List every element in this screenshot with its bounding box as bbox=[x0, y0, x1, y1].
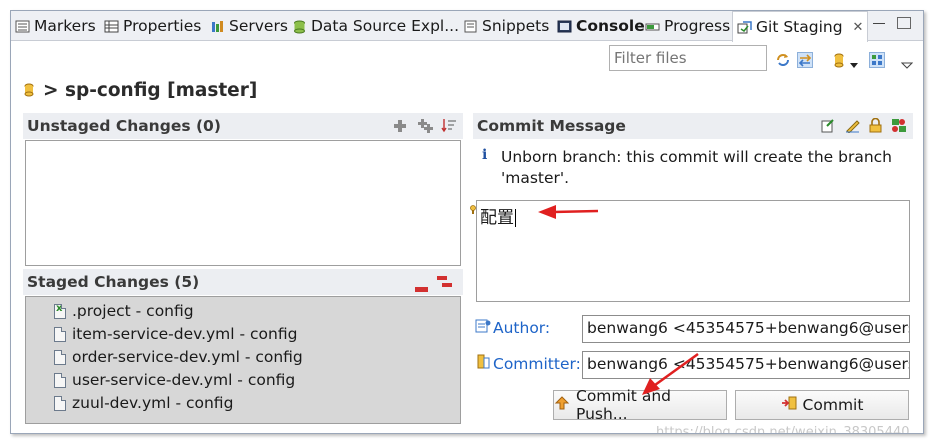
snippets-icon bbox=[463, 19, 478, 34]
info-line-1: Unborn branch: this commit will create t… bbox=[501, 148, 892, 166]
database-icon bbox=[292, 19, 307, 34]
unstage-all-icon[interactable] bbox=[437, 275, 453, 293]
tab-label: Servers bbox=[229, 17, 288, 35]
commit-and-push-label: Commit and Push... bbox=[576, 387, 671, 423]
maximize-icon[interactable] bbox=[897, 17, 911, 29]
file-label: .project - config bbox=[72, 302, 194, 320]
file-label: order-service-dev.yml - config bbox=[72, 348, 303, 366]
layout-toggle-icon[interactable] bbox=[869, 52, 885, 68]
unstaged-header-label: Unstaged Changes (0) bbox=[27, 117, 221, 135]
unstaged-changes-header: Unstaged Changes (0) bbox=[23, 113, 463, 139]
repo-title-text: > sp-config [master] bbox=[43, 79, 258, 101]
tab-label: Snippets bbox=[482, 17, 550, 35]
progress-icon bbox=[645, 19, 660, 34]
refresh-icon[interactable] bbox=[775, 52, 791, 68]
minimize-icon[interactable] bbox=[873, 23, 885, 26]
tab-label: Console bbox=[576, 17, 645, 35]
tab-snippets[interactable]: Snippets bbox=[463, 11, 549, 41]
commit-message-text: 配置 bbox=[480, 208, 514, 228]
author-label-text: Author: bbox=[493, 318, 551, 337]
tab-label: Properties bbox=[123, 17, 202, 35]
file-label: item-service-dev.yml - config bbox=[72, 325, 298, 343]
commit-label: Commit bbox=[802, 396, 864, 414]
file-icon bbox=[54, 349, 66, 365]
stage-selected-icon[interactable] bbox=[393, 119, 407, 137]
properties-icon bbox=[104, 19, 119, 34]
git-staging-icon bbox=[737, 20, 752, 35]
list-item[interactable]: .project - config bbox=[54, 300, 194, 322]
sort-icon[interactable] bbox=[441, 118, 457, 137]
tab-label: Data Source Expl... bbox=[311, 17, 459, 35]
commit-and-push-button[interactable]: Commit and Push... bbox=[553, 387, 727, 423]
chevron-down-icon[interactable] bbox=[849, 56, 865, 72]
staged-changes-header: Staged Changes (5) bbox=[23, 269, 463, 295]
tab-markers[interactable]: Markers bbox=[15, 11, 96, 41]
author-icon bbox=[475, 318, 491, 337]
file-icon bbox=[54, 326, 66, 342]
change-id-icon[interactable] bbox=[891, 118, 907, 137]
committer-label-text: Committer: bbox=[493, 354, 581, 373]
file-label: user-service-dev.yml - config bbox=[72, 371, 296, 389]
author-label: Author: bbox=[475, 318, 550, 337]
commit-header-label: Commit Message bbox=[477, 117, 626, 135]
list-item[interactable]: zuul-dev.yml - config bbox=[54, 392, 233, 414]
tab-console[interactable]: Console bbox=[557, 11, 645, 41]
info-icon: i bbox=[482, 147, 488, 163]
git-staging-view: Markers Properties Servers Data Source E… bbox=[10, 10, 924, 434]
filter-files-input[interactable] bbox=[609, 45, 767, 71]
commit-message-header: Commit Message bbox=[473, 113, 913, 139]
staged-changes-list: .project - config item-service-dev.yml -… bbox=[25, 296, 461, 424]
watermark: https://blog.csdn.net/weixin_38305440 bbox=[656, 425, 910, 434]
committer-field[interactable]: benwang6 <45354575+benwang6@users.no bbox=[582, 351, 910, 379]
xml-file-icon bbox=[54, 303, 66, 319]
unstage-selected-icon[interactable] bbox=[415, 279, 429, 297]
commit-icon bbox=[781, 395, 797, 415]
list-item[interactable]: item-service-dev.yml - config bbox=[54, 323, 297, 345]
committer-label: Committer: bbox=[475, 354, 581, 373]
tab-label: Markers bbox=[34, 17, 96, 35]
stage-all-icon[interactable] bbox=[417, 119, 433, 137]
tab-properties[interactable]: Properties bbox=[104, 11, 201, 41]
list-item[interactable]: user-service-dev.yml - config bbox=[54, 369, 295, 391]
repository-icon[interactable] bbox=[831, 52, 847, 68]
committer-value: benwang6 <45354575+benwang6@users.no bbox=[587, 355, 910, 373]
tab-data-source-explorer[interactable]: Data Source Expl... bbox=[292, 11, 459, 41]
text-cursor bbox=[515, 209, 516, 227]
tab-label: Progress bbox=[664, 17, 731, 35]
repository-icon bbox=[23, 82, 35, 98]
author-field[interactable]: benwang6 <45354575+benwang6@users.no bbox=[582, 315, 910, 343]
file-icon bbox=[54, 372, 66, 388]
tab-git-staging[interactable]: Git Staging ✕ bbox=[732, 11, 869, 42]
file-icon bbox=[54, 395, 66, 411]
unstaged-changes-list[interactable] bbox=[25, 140, 461, 266]
commit-message-input[interactable]: 配置 bbox=[476, 200, 910, 302]
console-icon bbox=[557, 19, 572, 34]
unborn-branch-info: Unborn branch: this commit will create t… bbox=[501, 147, 892, 189]
tab-servers[interactable]: Servers bbox=[210, 11, 288, 41]
list-item[interactable]: order-service-dev.yml - config bbox=[54, 346, 303, 368]
close-tab-icon[interactable]: ✕ bbox=[853, 20, 864, 35]
view-tab-bar: Markers Properties Servers Data Source E… bbox=[11, 11, 923, 42]
commit-button[interactable]: Commit bbox=[735, 390, 909, 420]
page-title: > sp-config [master] bbox=[23, 77, 257, 103]
committer-icon bbox=[475, 354, 491, 373]
staged-header-label: Staged Changes (5) bbox=[27, 273, 200, 291]
sign-off-icon[interactable] bbox=[845, 118, 860, 137]
view-toolbar bbox=[11, 42, 923, 74]
servers-icon bbox=[210, 19, 225, 34]
file-label: zuul-dev.yml - config bbox=[72, 394, 234, 412]
view-menu-icon[interactable] bbox=[900, 56, 917, 72]
tab-label: Git Staging bbox=[756, 18, 843, 36]
author-value: benwang6 <45354575+benwang6@users.no bbox=[587, 319, 910, 337]
lock-icon[interactable] bbox=[869, 117, 882, 137]
info-line-2: 'master'. bbox=[501, 169, 570, 187]
amend-icon[interactable] bbox=[821, 118, 836, 137]
markers-icon bbox=[15, 19, 30, 34]
link-selection-icon[interactable] bbox=[797, 52, 813, 68]
push-icon bbox=[554, 395, 570, 415]
tab-progress[interactable]: Progress bbox=[645, 11, 730, 41]
